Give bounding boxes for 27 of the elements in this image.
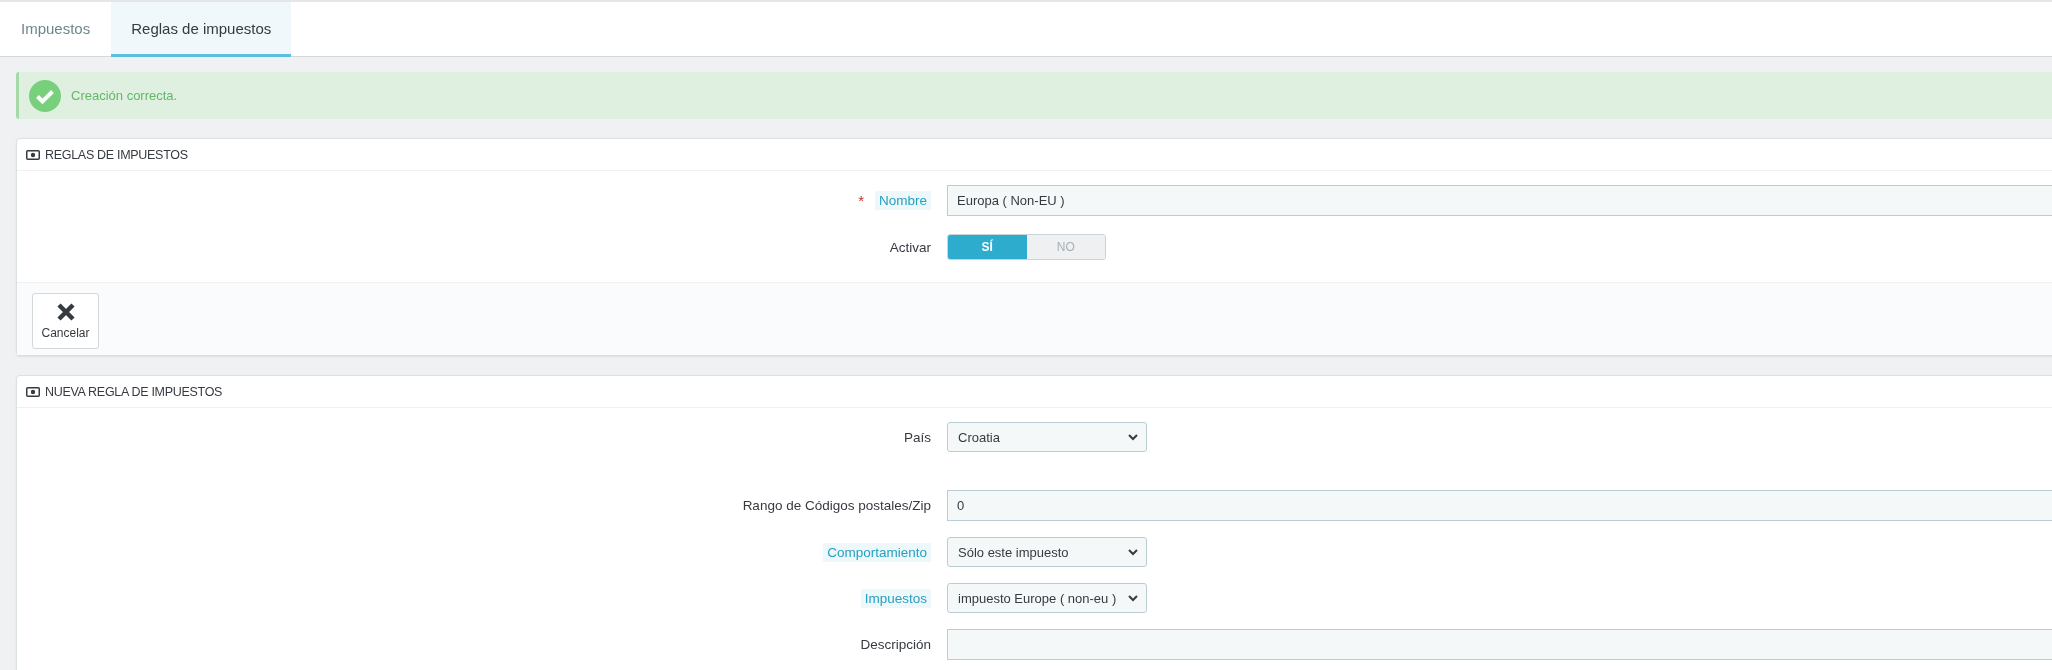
required-asterisk: * <box>858 192 864 209</box>
select-field[interactable]: Sólo este impuesto <box>947 537 1147 567</box>
alert-message: Creación correcta. <box>71 88 178 103</box>
chevron-down-icon <box>1128 433 1138 441</box>
help-label: Nombre <box>875 191 931 210</box>
text-field[interactable]: 0 <box>947 490 2052 521</box>
help-label: Impuestos <box>860 588 931 608</box>
check-circle-icon <box>29 79 61 112</box>
select-field[interactable]: Croatia <box>947 422 1147 452</box>
money-icon <box>26 386 40 397</box>
text-field[interactable] <box>947 629 2052 660</box>
cancel-button[interactable]: Cancelar <box>32 293 99 349</box>
panel-title: REGLAS DE IMPUESTOS <box>45 147 188 162</box>
field-label: Rango de Códigos postales/Zip <box>742 498 931 513</box>
money-icon <box>26 149 40 160</box>
chevron-down-icon <box>1128 548 1138 556</box>
text-field[interactable]: Europa ( Non-EU ) <box>947 185 2052 216</box>
select-field[interactable]: impuesto Europe ( non-eu ) <box>947 583 1147 613</box>
close-icon <box>55 302 76 322</box>
field-label: Descripción <box>860 637 931 652</box>
chevron-down-icon <box>1128 594 1138 602</box>
tab[interactable]: Impuestos <box>0 2 112 57</box>
help-label: Comportamiento <box>823 542 931 562</box>
field-label: País <box>904 429 931 445</box>
panel-title: NUEVA REGLA DE IMPUESTOS <box>45 384 223 399</box>
field-label: Activar <box>889 239 931 255</box>
tab[interactable]: Reglas de impuestos <box>111 2 292 57</box>
